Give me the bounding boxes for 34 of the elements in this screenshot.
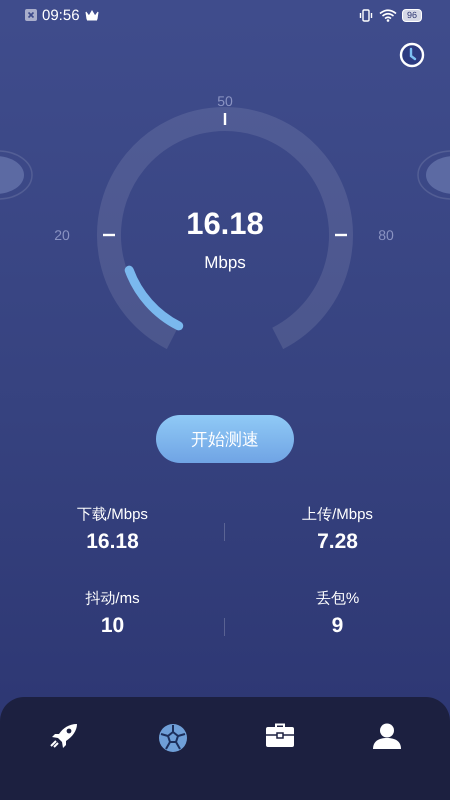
- gauge-tick: [103, 234, 115, 236]
- scale-label: 50: [217, 93, 233, 109]
- battery-indicator: 96: [402, 8, 422, 22]
- side-disc-decoration: [0, 150, 33, 200]
- scale-label: 80: [378, 227, 394, 243]
- rocket-icon: [49, 723, 80, 749]
- briefcase-icon: [266, 723, 294, 747]
- wifi-icon: [378, 8, 397, 22]
- person-tab[interactable]: [372, 723, 401, 749]
- gauge-tick: [224, 113, 226, 125]
- stat-value: 7.28: [317, 530, 358, 554]
- status-time: 09:56: [42, 6, 80, 24]
- stat-label: 下载/Mbps: [77, 505, 148, 524]
- start-test-button[interactable]: 开始测速: [156, 415, 294, 463]
- stat-value: 9: [332, 614, 344, 638]
- sim-off-icon: [25, 9, 37, 21]
- vibrate-icon: [358, 8, 374, 22]
- crown-icon: [84, 10, 99, 20]
- stat-label: 上传/Mbps: [302, 505, 373, 524]
- briefcase-tab[interactable]: [266, 723, 294, 747]
- globe-tab[interactable]: [158, 723, 188, 753]
- clock-icon[interactable]: [399, 42, 425, 68]
- stat-value: 10: [100, 614, 124, 638]
- gauge-tick: [335, 234, 347, 236]
- side-disc-decoration: [417, 150, 450, 200]
- ball-icon: [158, 723, 188, 753]
- stat-label: 抖动/ms: [85, 589, 140, 608]
- person-icon: [372, 723, 401, 749]
- scale-label: 20: [54, 227, 70, 243]
- speed-reading: 16.18: [186, 206, 264, 241]
- stat-value: 16.18: [86, 530, 139, 554]
- rocket-tab[interactable]: [49, 723, 80, 749]
- stat-label: 丢包%: [316, 589, 360, 608]
- speed-unit: Mbps: [204, 253, 246, 272]
